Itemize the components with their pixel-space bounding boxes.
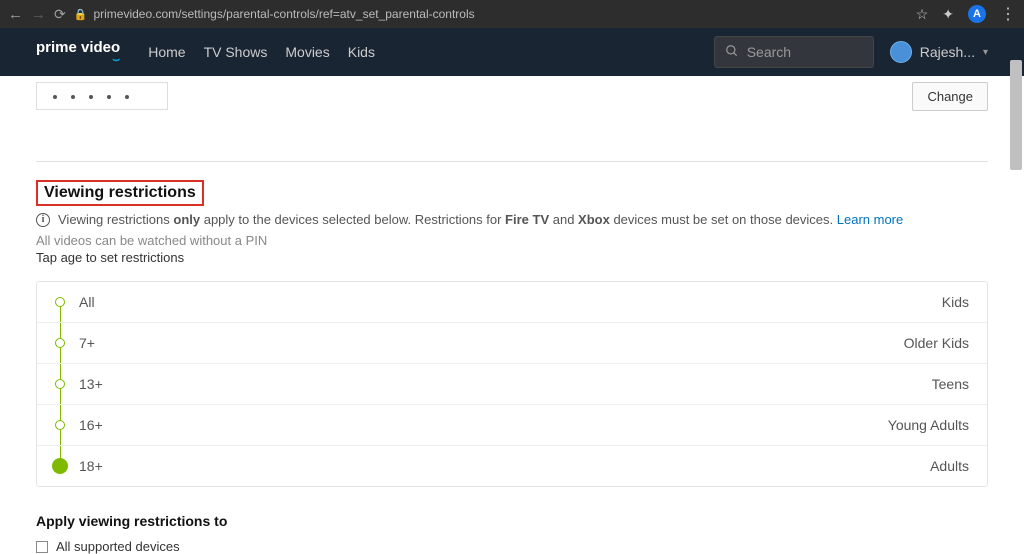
- search-placeholder: Search: [747, 44, 791, 60]
- pin-dot: [71, 95, 75, 99]
- main-nav: Home TV Shows Movies Kids: [148, 44, 375, 60]
- nav-movies[interactable]: Movies: [285, 44, 329, 60]
- user-avatar-icon: [890, 41, 912, 63]
- apply-restrictions-title: Apply viewing restrictions to: [36, 513, 988, 529]
- pin-display: [36, 82, 168, 110]
- pin-section: Change: [36, 82, 988, 111]
- pin-status-text: All videos can be watched without a PIN: [36, 233, 988, 248]
- viewing-restrictions-title: Viewing restrictions: [36, 180, 204, 206]
- pin-dot: [107, 95, 111, 99]
- forward-icon[interactable]: →: [31, 6, 46, 23]
- all-devices-row: All supported devices: [36, 539, 988, 554]
- scrollbar-thumb[interactable]: [1010, 60, 1022, 170]
- nav-tvshows[interactable]: TV Shows: [204, 44, 268, 60]
- search-icon: [725, 44, 739, 61]
- divider: [36, 161, 988, 162]
- reload-icon[interactable]: ⟳: [54, 6, 66, 23]
- pin-dot: [125, 95, 129, 99]
- age-row-16[interactable]: 16+ Young Adults: [37, 405, 987, 446]
- extensions-icon[interactable]: ✦: [942, 6, 954, 23]
- user-menu[interactable]: Rajesh... ▾: [890, 41, 988, 63]
- chevron-down-icon: ▾: [983, 47, 988, 58]
- user-name-label: Rajesh...: [920, 44, 975, 60]
- learn-more-link[interactable]: Learn more: [837, 212, 903, 227]
- age-marker-icon: [55, 297, 65, 307]
- age-marker-selected-icon: [52, 458, 68, 474]
- all-devices-label: All supported devices: [56, 539, 180, 554]
- browser-toolbar: ← → ⟳ 🔒 primevideo.com/settings/parental…: [0, 0, 1024, 28]
- age-marker-icon: [55, 379, 65, 389]
- age-row-7[interactable]: 7+ Older Kids: [37, 323, 987, 364]
- menu-icon[interactable]: ⋮: [1000, 4, 1016, 24]
- age-row-18[interactable]: 18+ Adults: [37, 446, 987, 486]
- notice-text: Viewing restrictions only apply to the d…: [58, 212, 903, 227]
- lock-icon: 🔒: [74, 8, 88, 21]
- search-input[interactable]: Search: [714, 36, 874, 68]
- age-marker-icon: [55, 420, 65, 430]
- age-row-all[interactable]: All Kids: [37, 282, 987, 323]
- site-header: prime video ⌣ Home TV Shows Movies Kids …: [0, 28, 1024, 76]
- back-icon[interactable]: ←: [8, 6, 23, 23]
- info-icon: i: [36, 213, 50, 227]
- smile-icon: ⌣: [36, 53, 120, 65]
- bookmark-icon[interactable]: ☆: [916, 6, 929, 23]
- restrictions-notice: i Viewing restrictions only apply to the…: [36, 212, 988, 227]
- all-devices-checkbox[interactable]: [36, 541, 48, 553]
- url-text: primevideo.com/settings/parental-control…: [93, 7, 474, 21]
- tap-instruction: Tap age to set restrictions: [36, 250, 988, 265]
- age-row-13[interactable]: 13+ Teens: [37, 364, 987, 405]
- address-bar[interactable]: 🔒 primevideo.com/settings/parental-contr…: [74, 7, 908, 21]
- change-button[interactable]: Change: [912, 82, 988, 111]
- pin-dot: [53, 95, 57, 99]
- age-marker-icon: [55, 338, 65, 348]
- nav-home[interactable]: Home: [148, 44, 185, 60]
- nav-kids[interactable]: Kids: [348, 44, 375, 60]
- age-restrictions-grid: All Kids 7+ Older Kids 13+ Teens 16+ You…: [36, 281, 988, 487]
- profile-avatar[interactable]: A: [968, 5, 986, 23]
- pin-dot: [89, 95, 93, 99]
- prime-video-logo[interactable]: prime video ⌣: [36, 40, 120, 65]
